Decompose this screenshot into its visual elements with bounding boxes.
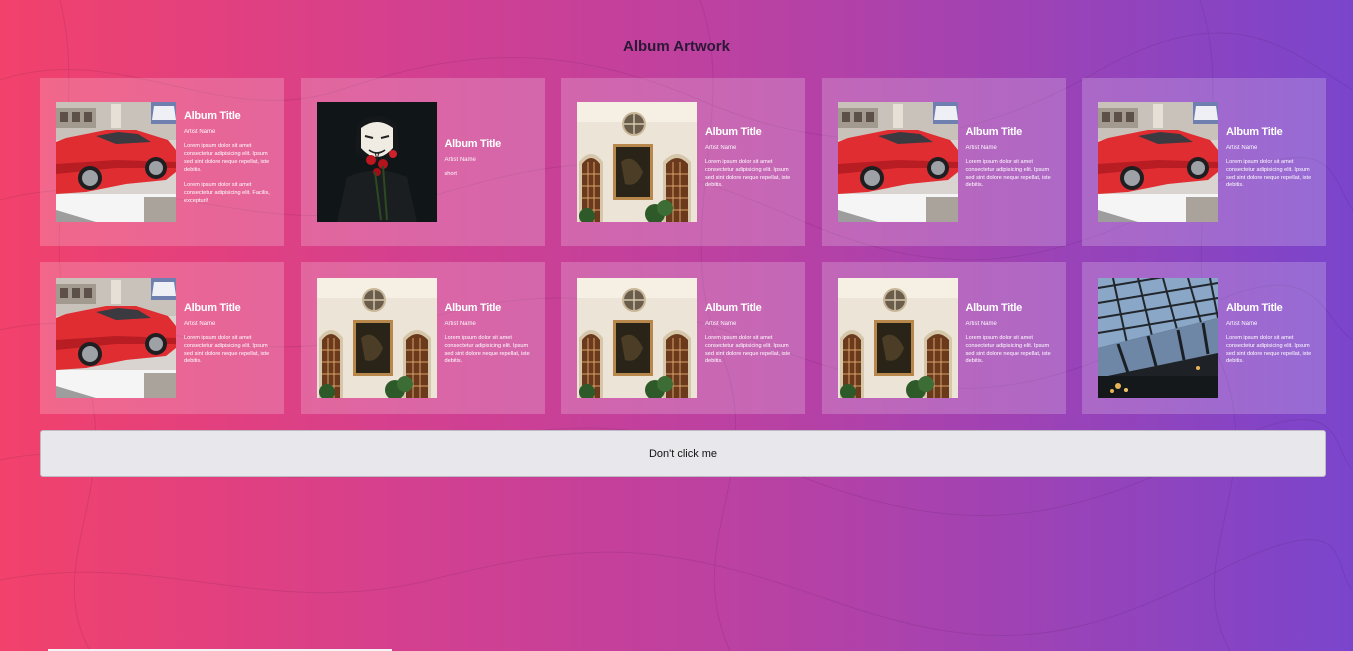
album-info: Album Title Artist Name Lorem ipsum dolor …	[705, 302, 793, 374]
album-description: Lorem ipsum dolor sit amet consectetur a…	[184, 143, 270, 173]
album-card[interactable]: Album Title Artist Name Lorem ipsum dolor …	[300, 262, 545, 414]
album-title: Album Title	[1226, 125, 1283, 138]
album-title: Album Title	[705, 125, 762, 138]
album-description: short	[444, 170, 457, 177]
album-artist: Artist Name	[705, 144, 737, 151]
album-title: Album Title	[184, 301, 241, 314]
album-art-image	[56, 102, 176, 222]
album-artist: Artist Name	[705, 320, 737, 327]
album-card[interactable]: Album Title Artist Name Lorem ipsum dolor …	[1082, 262, 1326, 414]
album-artist: Artist Name	[965, 320, 997, 327]
album-card[interactable]: Album Title Artist Name Lorem ipsum dolor …	[1082, 78, 1326, 246]
album-card[interactable]: Album Title Artist Name Lorem ipsum dolor …	[561, 78, 805, 246]
album-title: Album Title	[184, 110, 241, 123]
album-artist: Artist Name	[444, 156, 476, 163]
album-description: Lorem ipsum dolor sit amet consectetur a…	[1226, 334, 1312, 365]
album-artist: Artist Name	[965, 144, 997, 151]
album-artist: Artist Name	[444, 320, 476, 327]
album-art-image	[577, 278, 697, 398]
album-art-image	[838, 278, 958, 398]
album-title: Album Title	[444, 301, 502, 314]
album-info: Album Title Artist Name Lorem ipsum dolor …	[966, 126, 1054, 198]
album-artist: Artist Name	[184, 129, 216, 136]
album-info: Album Title Artist Name Lorem ipsum dolor …	[184, 302, 272, 374]
page-title: Album Artwork	[623, 38, 730, 55]
album-artist: Artist Name	[1226, 144, 1258, 151]
album-info: Album Title Artist Name Lorem ipsum dolor …	[445, 302, 533, 374]
album-info: Album Title Artist Name Lorem ipsum dolor …	[1226, 302, 1314, 374]
album-description: Lorem ipsum dolor sit amet consectetur a…	[965, 334, 1051, 365]
album-title: Album Title	[965, 301, 1023, 314]
album-card[interactable]: Album Title Artist Name Lorem ipsum dolor …	[821, 262, 1066, 414]
album-art-image	[317, 102, 437, 222]
album-artist: Artist Name	[184, 320, 216, 327]
album-art-image	[317, 278, 437, 398]
album-title: Album Title	[1226, 301, 1283, 314]
album-art-image	[1098, 278, 1218, 398]
album-info: Album Title Artist Name Lorem ipsum dolor …	[1226, 126, 1314, 198]
album-art-image	[56, 278, 176, 398]
album-description: Lorem ipsum dolor sit amet consectetur a…	[184, 334, 270, 365]
album-art-image	[838, 102, 958, 222]
album-info: Album Title Artist Name short	[445, 138, 533, 187]
album-title: Album Title	[444, 137, 502, 150]
album-title: Album Title	[965, 125, 1023, 138]
album-description: Lorem ipsum dolor sit amet consectetur a…	[705, 158, 791, 189]
album-description: Lorem ipsum dolor sit amet consectetur a…	[444, 334, 530, 365]
album-card[interactable]: Album Title Artist Name Lorem ipsum dolor …	[821, 78, 1066, 246]
album-grid: Album Title Artist Name Lorem ipsum dolor …	[40, 78, 1326, 414]
album-art-image	[577, 102, 697, 222]
album-description-extra: Lorem ipsum dolor sit amet consectetur a…	[184, 182, 270, 204]
album-art-image	[1098, 102, 1218, 222]
album-info: Album Title Artist Name Lorem ipsum dolor …	[184, 110, 272, 214]
album-description: Lorem ipsum dolor sit amet consectetur a…	[965, 158, 1051, 189]
album-card[interactable]: Album Title Artist Name Lorem ipsum dolor …	[40, 78, 284, 246]
album-card[interactable]: Album Title Artist Name Lorem ipsum dolor …	[561, 262, 805, 414]
dont-click-button[interactable]: Don't click me	[40, 430, 1326, 477]
album-description: Lorem ipsum dolor sit amet consectetur a…	[1226, 158, 1312, 189]
album-info: Album Title Artist Name Lorem ipsum dolor …	[705, 126, 793, 198]
album-artist: Artist Name	[1226, 320, 1258, 327]
album-card[interactable]: Album Title Artist Name Lorem ipsum dolor …	[40, 262, 284, 414]
album-title: Album Title	[705, 301, 762, 314]
album-description: Lorem ipsum dolor sit amet consectetur a…	[705, 334, 791, 365]
album-info: Album Title Artist Name Lorem ipsum dolor …	[966, 302, 1054, 374]
album-card[interactable]: Album Title Artist Name short	[300, 78, 545, 246]
